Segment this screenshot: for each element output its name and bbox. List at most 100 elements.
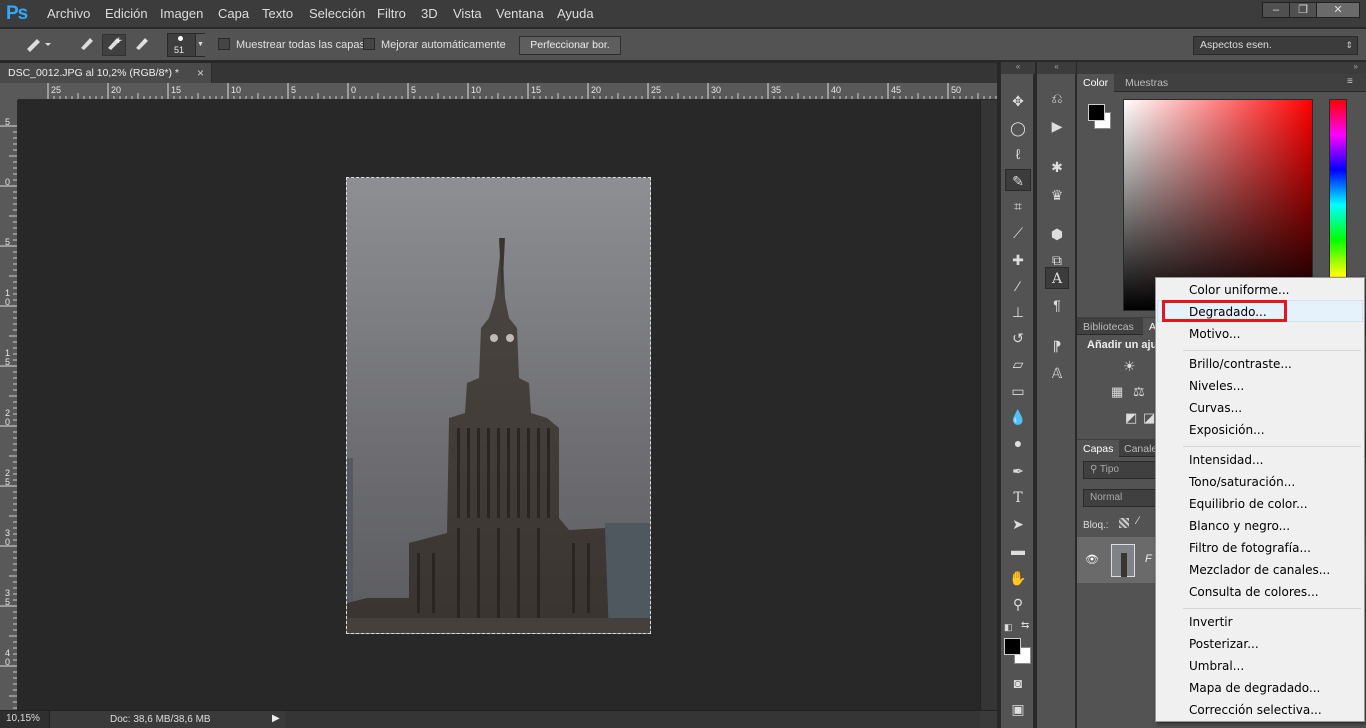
- refine-edge-button[interactable]: Perfeccionar bor.: [519, 36, 621, 55]
- adjustment-menu-item[interactable]: Brillo/contraste...: [1189, 357, 1292, 371]
- menu-ayuda[interactable]: Ayuda: [557, 6, 594, 21]
- adjustment-menu-item[interactable]: Umbral...: [1189, 659, 1244, 673]
- gradient-tool-icon[interactable]: ▭: [1005, 380, 1031, 402]
- menu-texto[interactable]: Texto: [262, 6, 293, 21]
- adjustment-menu-item[interactable]: Tono/saturación...: [1189, 475, 1295, 489]
- adjustment-menu-item[interactable]: Curvas...: [1189, 401, 1242, 415]
- eraser-tool-icon[interactable]: ▱: [1005, 353, 1031, 375]
- vertical-ruler[interactable]: 50510152025303540: [0, 100, 18, 710]
- new-selection-button[interactable]: [75, 34, 99, 56]
- horizontal-ruler[interactable]: 25 20 15 10 5 0 5 10 15 20 25 30 35 40 45 50: [18, 83, 997, 100]
- adjustment-menu-item[interactable]: Consulta de colores...: [1189, 585, 1319, 599]
- vertical-scrollbar[interactable]: [980, 100, 997, 710]
- adjustment-menu-item[interactable]: Blanco y negro...: [1189, 519, 1290, 533]
- tab-color[interactable]: Color: [1077, 74, 1115, 92]
- menu-filtro[interactable]: Filtro: [377, 6, 406, 21]
- minimize-button[interactable]: –: [1262, 2, 1290, 18]
- adjustment-menu-item[interactable]: Posterizar...: [1189, 637, 1259, 651]
- path-selection-tool-icon[interactable]: ➤: [1005, 513, 1031, 535]
- tab-libraries[interactable]: Bibliotecas: [1077, 318, 1140, 336]
- tool-preset-picker[interactable]: [20, 34, 56, 56]
- actions-panel-icon[interactable]: ▶: [1045, 115, 1069, 137]
- pen-tool-icon[interactable]: ✒: [1005, 460, 1031, 482]
- status-menu-arrow-icon[interactable]: ▶: [272, 713, 280, 724]
- menu-vista[interactable]: Vista: [453, 6, 482, 21]
- adjustment-menu-item[interactable]: Equilibrio de color...: [1189, 497, 1308, 511]
- character-styles-icon[interactable]: ⁋: [1045, 335, 1069, 357]
- character-panel-icon[interactable]: A: [1045, 267, 1069, 289]
- quick-selection-tool-icon[interactable]: ✎: [1005, 169, 1031, 191]
- layer-name[interactable]: F: [1145, 553, 1152, 565]
- quick-mask-icon[interactable]: ◙: [1005, 672, 1031, 694]
- history-panel-icon[interactable]: ⎌: [1045, 87, 1069, 109]
- brush-presets-panel-icon[interactable]: ♛: [1045, 184, 1069, 206]
- swap-colors-icon[interactable]: ⇆: [1021, 620, 1029, 631]
- sample-all-layers-checkbox[interactable]: [218, 38, 230, 50]
- paragraph-styles-icon[interactable]: 𝔸: [1045, 362, 1069, 384]
- adjustment-menu-item[interactable]: Filtro de fotografía...: [1189, 541, 1311, 555]
- adjustment-menu-item[interactable]: Exposición...: [1189, 423, 1265, 437]
- healing-brush-tool-icon[interactable]: ✚: [1005, 249, 1031, 271]
- brightness-adjust-icon[interactable]: ☀: [1123, 358, 1136, 375]
- menu-ventana[interactable]: Ventana: [496, 6, 544, 21]
- lock-transparency-icon[interactable]: [1119, 518, 1129, 528]
- document-tab[interactable]: DSC_0012.JPG al 10,2% (RGB/8*) * ×: [0, 63, 212, 83]
- menu-imagen[interactable]: Imagen: [160, 6, 203, 21]
- 3d-panel-icon[interactable]: ⬢: [1045, 223, 1069, 245]
- menu-3d[interactable]: 3D: [421, 6, 438, 21]
- brushes-panel-icon[interactable]: ✱: [1045, 156, 1069, 178]
- eyedropper-tool-icon[interactable]: ⟋: [1005, 222, 1031, 244]
- horizontal-scrollbar[interactable]: [285, 711, 980, 728]
- tab-swatches[interactable]: Muestras: [1119, 74, 1174, 92]
- color-balance-adjust-icon[interactable]: ⚖: [1133, 384, 1145, 400]
- menu-seleccion[interactable]: Selección: [309, 6, 365, 21]
- adjustment-menu-item[interactable]: Intensidad...: [1189, 453, 1263, 467]
- blur-tool-icon[interactable]: 💧: [1005, 406, 1031, 428]
- collapse-toolbar-icon[interactable]: «: [1001, 62, 1035, 74]
- history-brush-tool-icon[interactable]: ↺: [1005, 327, 1031, 349]
- subtract-from-selection-button[interactable]: -: [130, 34, 154, 56]
- menu-edicion[interactable]: Edición: [105, 6, 148, 21]
- blend-mode-select[interactable]: Normal: [1083, 489, 1163, 507]
- type-tool-icon[interactable]: T: [1005, 487, 1031, 509]
- move-tool-icon[interactable]: ✥: [1005, 90, 1031, 112]
- foreground-color-swatch[interactable]: [1004, 638, 1021, 655]
- default-colors-icon[interactable]: ◧: [1004, 622, 1013, 633]
- adjustment-menu-item[interactable]: Motivo...: [1189, 327, 1240, 341]
- close-tab-icon[interactable]: ×: [197, 66, 204, 80]
- layer-search-input[interactable]: ⚲ Tipo: [1083, 461, 1163, 479]
- screen-mode-icon[interactable]: ▣: [1005, 698, 1031, 720]
- zoom-tool-icon[interactable]: ⚲: [1005, 593, 1031, 615]
- collapse-panels-icon[interactable]: »: [1077, 62, 1366, 74]
- tab-layers[interactable]: Capas: [1077, 440, 1120, 458]
- lasso-tool-icon[interactable]: ℓ: [1005, 143, 1031, 165]
- color-panel-fg-swatch[interactable]: [1088, 104, 1105, 121]
- menu-archivo[interactable]: Archivo: [47, 6, 90, 21]
- add-to-selection-button[interactable]: +: [102, 34, 126, 56]
- marquee-tool-icon[interactable]: ◯: [1005, 117, 1031, 139]
- threshold-adjust-icon[interactable]: ◪: [1143, 410, 1155, 426]
- adjustment-menu-item[interactable]: Corrección selectiva...: [1189, 703, 1322, 717]
- adjustment-menu-item[interactable]: Niveles...: [1189, 379, 1244, 393]
- adjustment-menu-item[interactable]: Mapa de degradado...: [1189, 681, 1320, 695]
- posterize-adjust-icon[interactable]: ◩: [1125, 410, 1137, 426]
- dodge-tool-icon[interactable]: ●: [1005, 432, 1031, 454]
- brush-size-picker[interactable]: 51 ▼: [167, 33, 205, 57]
- panel-menu-icon[interactable]: ≡: [1347, 76, 1353, 87]
- hand-tool-icon[interactable]: ✋: [1005, 567, 1031, 589]
- auto-enhance-checkbox[interactable]: [363, 38, 375, 50]
- adjustment-menu-item[interactable]: Invertir: [1189, 615, 1233, 629]
- adjustment-menu-item[interactable]: Color uniforme...: [1189, 283, 1290, 297]
- clone-stamp-tool-icon[interactable]: ⊥: [1005, 301, 1031, 323]
- menu-capa[interactable]: Capa: [218, 6, 249, 21]
- restore-button[interactable]: ❐: [1289, 2, 1317, 18]
- rectangle-tool-icon[interactable]: ▬: [1005, 539, 1031, 561]
- collapse-dock-icon[interactable]: «: [1037, 62, 1076, 74]
- paragraph-panel-icon[interactable]: ¶: [1045, 294, 1069, 316]
- close-window-button[interactable]: ✕: [1316, 2, 1360, 18]
- zoom-level[interactable]: 10,15%: [0, 711, 50, 728]
- visibility-eye-icon[interactable]: 👁: [1085, 553, 1099, 566]
- vibrance-adjust-icon[interactable]: ▦: [1111, 384, 1123, 400]
- workspace-select[interactable]: Aspectos esen. ⇕: [1193, 36, 1358, 55]
- ruler-origin[interactable]: [0, 83, 18, 100]
